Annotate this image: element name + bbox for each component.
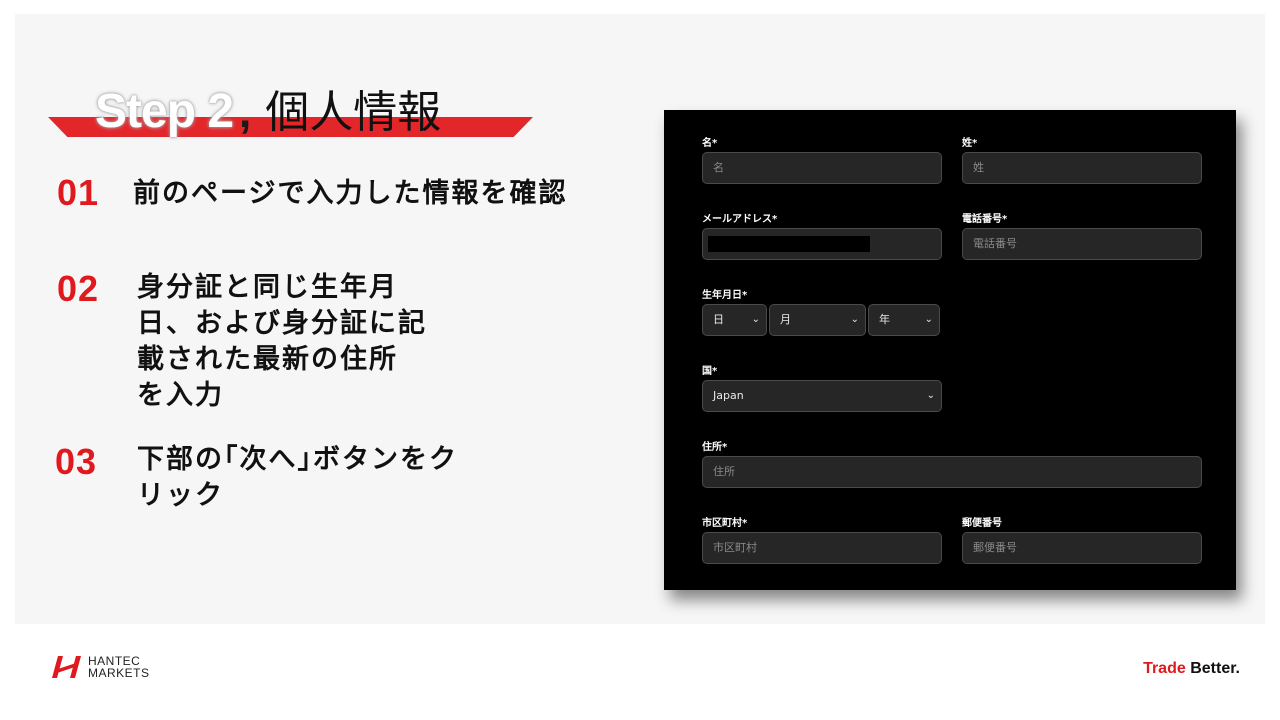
country-label: 国* — [702, 366, 718, 377]
step-2-number: 02 — [57, 268, 100, 309]
chevron-down-icon: ⌄ — [850, 314, 859, 325]
address-input[interactable]: 住所 — [702, 456, 1202, 488]
chevron-down-icon: ⌄ — [751, 314, 760, 325]
dob-day-value: 日 — [713, 313, 724, 326]
tagline-trade: Trade — [1143, 660, 1186, 677]
phone-input[interactable]: 電話番号 — [962, 228, 1202, 260]
step-1-number: 01 — [57, 172, 100, 213]
first-name-label: 名* — [702, 138, 718, 149]
chevron-down-icon: ⌄ — [924, 314, 933, 325]
dob-day-select[interactable]: 日 ⌄ — [702, 304, 767, 336]
city-input[interactable]: 市区町村 — [702, 532, 942, 564]
dob-year-value: 年 — [879, 313, 890, 326]
first-name-input[interactable]: 名 — [702, 152, 942, 184]
step-3-text: 下部の｢次へ｣ボタンをク リック — [137, 444, 458, 511]
step-2-text: 身分証と同じ生年月 日、および身分証に記 載された最新の住所 を入力 — [137, 272, 427, 411]
slide-title: Step 2 , 個人情報 — [95, 76, 441, 138]
dob-year-select[interactable]: 年 ⌄ — [868, 304, 940, 336]
tagline: Trade Better. — [1143, 660, 1240, 678]
title-subtitle: 個人情報 — [265, 87, 442, 138]
city-label: 市区町村* — [702, 518, 748, 529]
hantec-logo: HANTEC MARKETS — [48, 654, 150, 680]
registration-form: 名* 名 姓* 姓 メールアドレス* 電話番号* 電話番号 生年月日* 日 ⌄ … — [664, 110, 1236, 590]
title-comma: , — [239, 88, 252, 137]
last-name-input[interactable]: 姓 — [962, 152, 1202, 184]
address-label: 住所* — [702, 442, 728, 453]
step-3-number: 03 — [55, 441, 98, 482]
country-value: Japan — [713, 389, 744, 402]
title-step: Step 2 — [95, 85, 234, 138]
chevron-down-icon: ⌄ — [926, 390, 935, 401]
dob-month-value: 月 — [780, 313, 791, 326]
tagline-better: Better. — [1190, 660, 1240, 677]
email-input[interactable] — [702, 228, 942, 260]
postal-label: 郵便番号 — [962, 518, 1002, 529]
step-1-text: 前のページで入力した情報を確認 — [133, 178, 568, 209]
last-name-label: 姓* — [962, 138, 978, 149]
hantec-logo-icon — [52, 656, 81, 678]
logo-line-2: MARKETS — [88, 666, 150, 680]
country-select[interactable]: Japan ⌄ — [702, 380, 942, 412]
postal-input[interactable]: 郵便番号 — [962, 532, 1202, 564]
email-label: メールアドレス* — [702, 214, 778, 225]
redacted-email — [708, 236, 870, 252]
dob-label: 生年月日* — [702, 290, 748, 301]
dob-month-select[interactable]: 月 ⌄ — [769, 304, 866, 336]
phone-label: 電話番号* — [962, 214, 1008, 225]
